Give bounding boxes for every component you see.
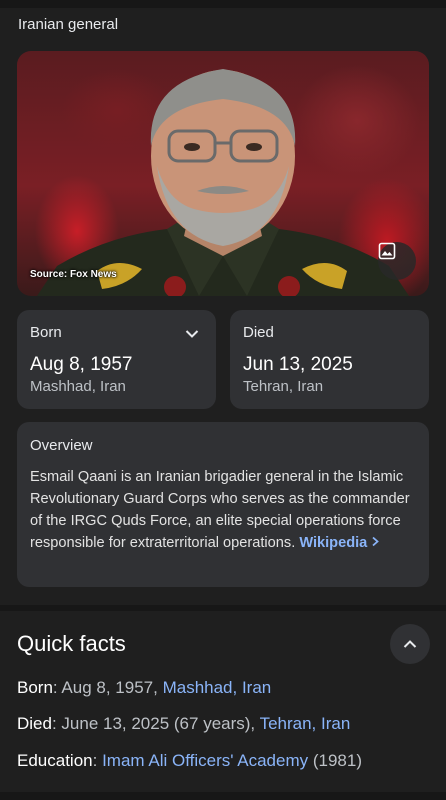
section-divider (0, 605, 446, 611)
view-images-button[interactable] (378, 242, 416, 280)
born-card[interactable]: Born Aug 8, 1957 Mashhad, Iran (17, 310, 216, 409)
fact-born-key: Born (17, 678, 53, 697)
died-card[interactable]: Died Jun 13, 2025 Tehran, Iran (230, 310, 429, 409)
image-source-caption: Source: Fox News (30, 269, 117, 280)
overview-card: Overview Esmail Qaani is an Iranian brig… (17, 422, 429, 587)
chevron-down-icon[interactable] (184, 326, 200, 342)
overview-label: Overview (30, 437, 93, 454)
fact-died: Died: June 13, 2025 (67 years), Tehran, … (17, 714, 350, 734)
wikipedia-link-label: Wikipedia (299, 535, 368, 551)
fact-died-place-link[interactable]: Tehran, Iran (260, 714, 351, 733)
died-place: Tehran, Iran (243, 378, 324, 395)
died-label: Died (243, 324, 274, 341)
entity-photo[interactable]: Source: Fox News (17, 51, 429, 296)
chevron-right-icon (372, 536, 380, 547)
born-place: Mashhad, Iran (30, 378, 126, 395)
fact-education-year: (1981) (308, 751, 363, 770)
entity-subtitle: Iranian general (18, 16, 119, 33)
collapse-quick-facts-button[interactable] (390, 624, 430, 664)
bottom-divider (0, 792, 446, 800)
died-date: Jun 13, 2025 (243, 354, 353, 375)
born-date: Aug 8, 1957 (30, 354, 133, 375)
fact-born-place-link[interactable]: Mashhad, Iran (163, 678, 272, 697)
fact-education-sep: : (92, 751, 103, 770)
wikipedia-link[interactable]: Wikipedia (299, 535, 380, 551)
fact-education-link[interactable]: Imam Ali Officers' Academy (102, 751, 308, 770)
fact-died-key: Died (17, 714, 52, 733)
fact-education: Education: Imam Ali Officers' Academy (1… (17, 751, 362, 771)
portrait-illustration (37, 69, 409, 296)
image-icon (378, 242, 396, 260)
chevron-up-icon (403, 640, 417, 648)
knowledge-panel: Iranian general Source: Fox News Born Au… (0, 0, 446, 800)
fact-born-value: : Aug 8, 1957, (52, 678, 163, 697)
fact-died-value: : June 13, 2025 (67 years), (51, 714, 260, 733)
fact-education-key: Education (17, 751, 93, 770)
fact-born: Born: Aug 8, 1957, Mashhad, Iran (17, 678, 271, 698)
quick-facts-title: Quick facts (17, 631, 126, 656)
top-divider (0, 0, 446, 8)
born-label: Born (30, 324, 62, 341)
overview-text: Esmail Qaani is an Iranian brigadier gen… (30, 466, 420, 554)
